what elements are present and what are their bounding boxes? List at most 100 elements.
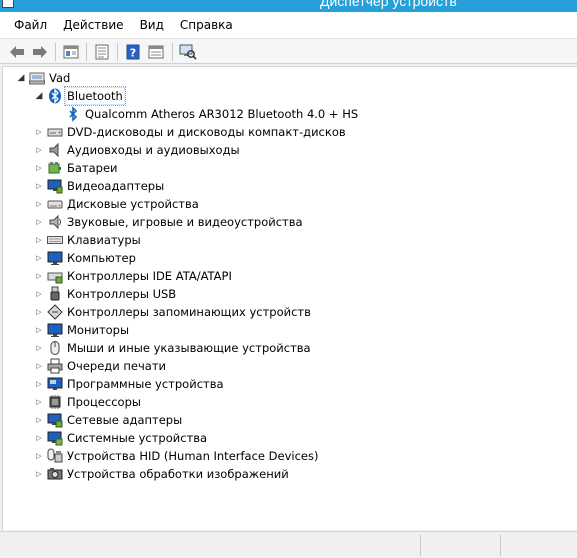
tree-category-item[interactable]: ▷ Контроллеры USB	[34, 285, 176, 303]
expand-arrow-icon[interactable]: ▷	[34, 375, 44, 393]
status-bar	[0, 531, 577, 558]
tree-item-label: Мыши и иные указывающие устройства	[67, 341, 311, 355]
tree-category-item[interactable]: ▷ Сетевые адаптеры	[34, 411, 182, 429]
expand-arrow-icon[interactable]: ▷	[34, 429, 44, 447]
properties-button[interactable]	[93, 43, 111, 61]
expand-arrow-icon[interactable]: ▷	[34, 177, 44, 195]
tree-category-item[interactable]: ▷ Контроллеры IDE ATA/ATAPI	[34, 267, 232, 285]
tree-item-label: Bluetooth	[64, 86, 126, 106]
tree-item-label: Устройства обработки изображений	[67, 467, 289, 481]
speaker-icon	[47, 142, 63, 158]
tree-category-item[interactable]: ▷ Компьютер	[34, 249, 136, 267]
tree-item-label: Контроллеры IDE ATA/ATAPI	[67, 269, 232, 283]
tree-item-label: DVD-дисководы и дисководы компакт-дисков	[67, 125, 346, 139]
tree-category-item[interactable]: ▷ Очереди печати	[34, 357, 166, 375]
scan-hardware-button[interactable]	[179, 43, 197, 61]
tree-item-label: Звуковые, игровые и видеоустройства	[67, 215, 303, 229]
expand-arrow-icon[interactable]: ▷	[34, 303, 44, 321]
collapse-arrow-icon[interactable]: ◢	[16, 69, 26, 87]
expand-arrow-icon[interactable]: ▷	[34, 357, 44, 375]
tree-item-label: Видеоадаптеры	[67, 179, 165, 193]
expand-arrow-icon[interactable]: ▷	[34, 213, 44, 231]
tree-item-label: Очереди печати	[67, 359, 166, 373]
scan-hardware-icon	[179, 44, 197, 60]
tree-category-item[interactable]: ▷ Батареи	[34, 159, 117, 177]
device-tree[interactable]: ◢ Vad ◢ Bluetooth Qualcomm Atheros AR301…	[2, 66, 577, 530]
expand-arrow-icon[interactable]: ▷	[34, 141, 44, 159]
tree-root[interactable]: ◢ Vad	[16, 69, 71, 87]
storage-controller-icon	[47, 304, 63, 320]
window-title: Диспетчер устройств	[320, 0, 457, 9]
tree-item-label: Контроллеры USB	[67, 287, 177, 301]
display-adapter-icon	[47, 178, 63, 194]
expand-arrow-icon[interactable]: ▷	[34, 339, 44, 357]
tree-category-item[interactable]: ▷ Программные устройства	[34, 375, 223, 393]
tree-item-bluetooth[interactable]: ◢ Bluetooth	[34, 86, 126, 106]
ide-controller-icon	[47, 268, 63, 284]
expand-arrow-icon[interactable]: ▷	[34, 159, 44, 177]
tree-category-item[interactable]: ▷ Контроллеры запоминающих устройств	[34, 303, 311, 321]
update-driver-button[interactable]	[147, 43, 165, 61]
tree-category-item[interactable]: ▷ Устройства обработки изображений	[34, 465, 289, 483]
expand-arrow-icon[interactable]: ▷	[34, 123, 44, 141]
tree-category-item[interactable]: ▷ Мыши и иные указывающие устройства	[34, 339, 311, 357]
tree-item-label: Мониторы	[67, 323, 130, 337]
monitor-icon	[47, 322, 63, 338]
tree-item-label: Qualcomm Atheros AR3012 Bluetooth 4.0 + …	[85, 107, 359, 121]
tree-item-label: Сетевые адаптеры	[67, 413, 183, 427]
software-device-icon	[47, 376, 63, 392]
tree-category-item[interactable]: ▷ Звуковые, игровые и видеоустройства	[34, 213, 303, 231]
expand-arrow-icon[interactable]: ▷	[34, 465, 44, 483]
expand-arrow-icon[interactable]: ▷	[34, 321, 44, 339]
expand-arrow-icon[interactable]: ▷	[34, 267, 44, 285]
tree-category-item[interactable]: ▷ Системные устройства	[34, 429, 207, 447]
toolbar-separator	[55, 43, 56, 61]
expand-arrow-icon[interactable]: ▷	[34, 231, 44, 249]
tree-category-item[interactable]: ▷ Аудиовходы и аудиовыходы	[34, 141, 240, 159]
network-adapter-icon	[47, 412, 63, 428]
show-hide-tree-button[interactable]	[62, 43, 80, 61]
back-button[interactable]	[8, 43, 26, 61]
app-icon[interactable]	[2, 0, 14, 8]
tree-category-item[interactable]: ▷ Мониторы	[34, 321, 129, 339]
toolbar-separator	[172, 43, 173, 61]
expand-arrow-icon[interactable]: ▷	[34, 411, 44, 429]
processor-icon	[47, 394, 63, 410]
menu-action[interactable]: Действие	[55, 15, 131, 35]
keyboard-icon	[47, 232, 63, 248]
menu-view[interactable]: Вид	[132, 15, 172, 35]
usb-icon	[47, 286, 63, 302]
system-device-icon	[47, 430, 63, 446]
expand-arrow-icon[interactable]: ▷	[34, 195, 44, 213]
menu-file[interactable]: Файл	[6, 15, 55, 35]
tree-root-label: Vad	[49, 71, 71, 85]
status-separator	[420, 535, 421, 556]
toolbar-separator	[86, 43, 87, 61]
tree-category-item[interactable]: ▷ Видеоадаптеры	[34, 177, 164, 195]
camera-icon	[47, 466, 63, 482]
help-button[interactable]: ?	[124, 43, 142, 61]
svg-text:?: ?	[130, 47, 136, 60]
status-separator	[500, 535, 501, 556]
expand-arrow-icon[interactable]: ▷	[34, 285, 44, 303]
tree-category-item[interactable]: ▷ Устройства HID (Human Interface Devices…	[34, 447, 318, 465]
printer-icon	[47, 358, 63, 374]
mouse-icon	[47, 340, 63, 356]
menu-help[interactable]: Справка	[172, 15, 241, 35]
expand-arrow-icon[interactable]: ▷	[34, 249, 44, 267]
collapse-arrow-icon[interactable]: ◢	[34, 87, 44, 105]
tree-category-item[interactable]: ▷ Клавиатуры	[34, 231, 140, 249]
tree-category-item[interactable]: ▷ Процессоры	[34, 393, 141, 411]
tree-category-item[interactable]: ▷ DVD-дисководы и дисководы компакт-диско…	[34, 123, 346, 141]
menu-bar: Файл Действие Вид Справка	[0, 12, 577, 38]
expand-arrow-icon[interactable]: ▷	[34, 447, 44, 465]
tree-category-item[interactable]: ▷ Дисковые устройства	[34, 195, 199, 213]
tree-item-label: Дисковые устройства	[67, 197, 199, 211]
expand-arrow-icon[interactable]: ▷	[34, 393, 44, 411]
forward-arrow-icon	[33, 46, 47, 58]
bluetooth-icon	[47, 88, 63, 104]
forward-button[interactable]	[31, 43, 49, 61]
tree-item-bluetooth-device[interactable]: Qualcomm Atheros AR3012 Bluetooth 4.0 + …	[52, 105, 358, 123]
battery-icon	[47, 160, 63, 176]
toolbar-separator	[117, 43, 118, 61]
